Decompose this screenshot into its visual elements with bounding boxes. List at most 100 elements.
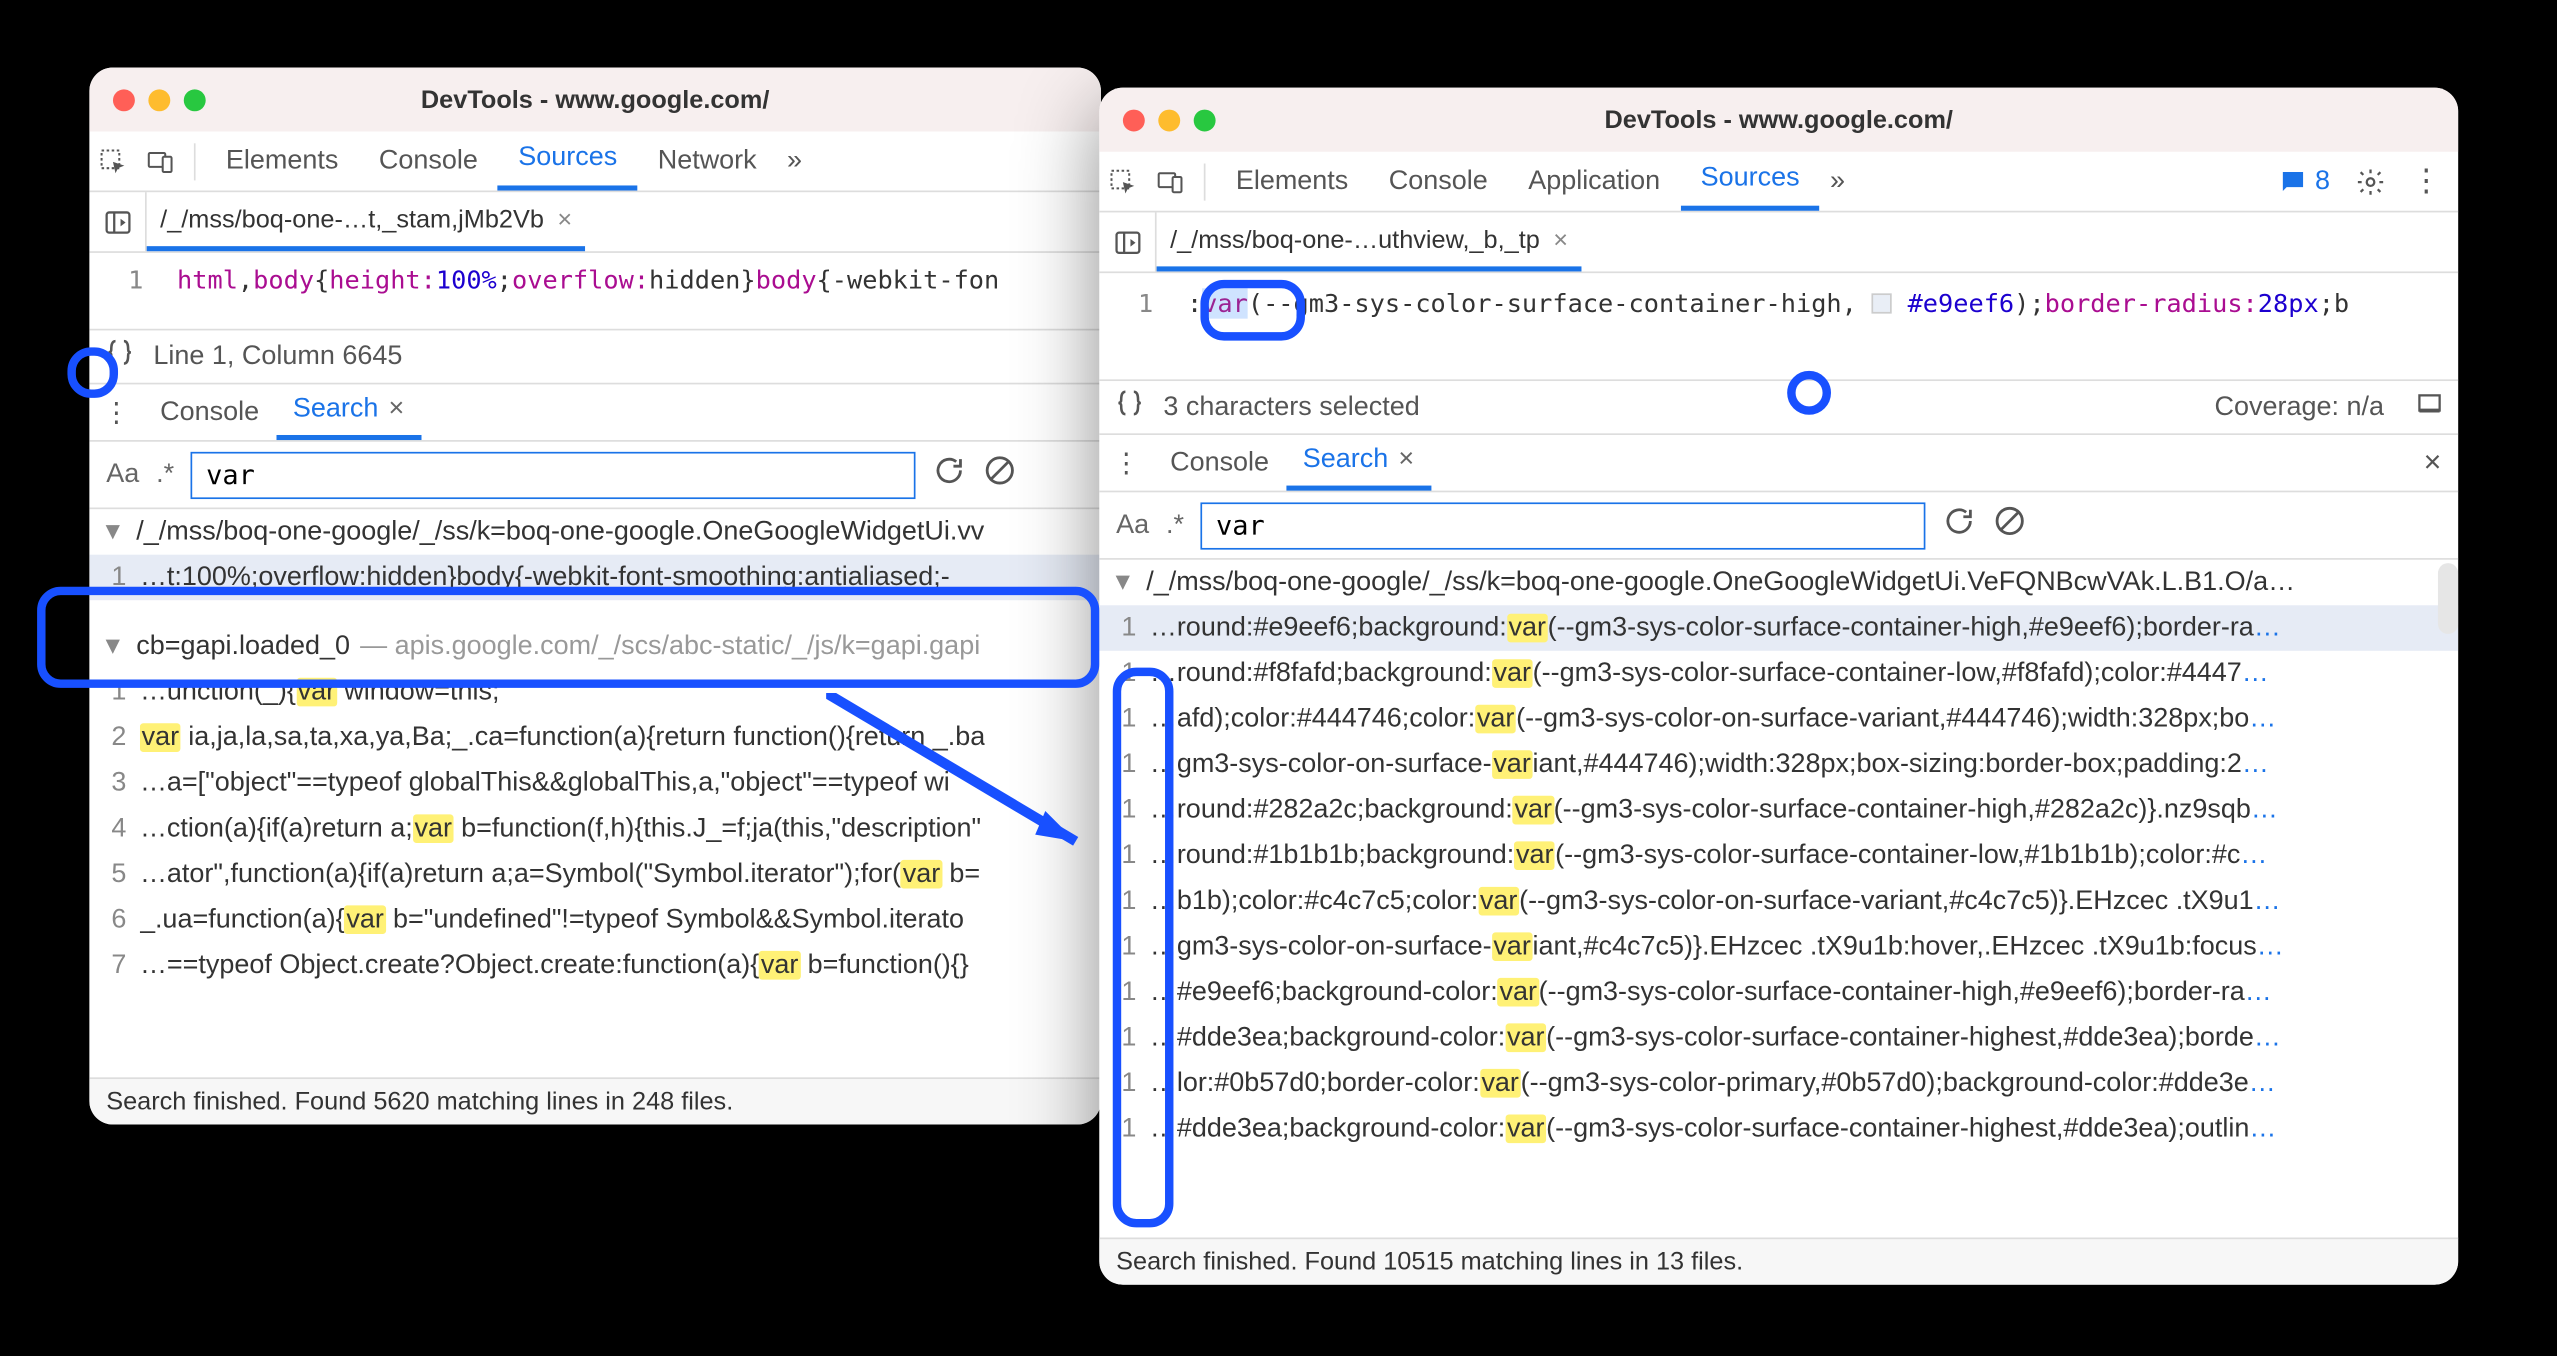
search-input[interactable] [1201, 502, 1926, 549]
drawer-tab-console[interactable]: Console [1153, 435, 1286, 491]
result-line[interactable]: 1…b1b);color:#c4c7c5;color:var(--gm3-sys… [1099, 878, 2458, 924]
more-menu-icon[interactable]: ⋮ [2411, 164, 2441, 199]
drawer-tab-search[interactable]: Search × [276, 384, 421, 440]
drawer-tab-search[interactable]: Search × [1286, 435, 1431, 491]
tab-sources[interactable]: Sources [1680, 152, 1819, 211]
navigator-toggle-icon[interactable] [1099, 212, 1156, 271]
line-number: 1 [1099, 283, 1166, 323]
messages-badge[interactable]: 8 [2278, 166, 2330, 196]
inspect-icon[interactable] [89, 146, 136, 176]
minimize-window-button[interactable] [148, 89, 170, 111]
result-line[interactable]: 1…round:#e9eef6;background:var(--gm3-sys… [1099, 605, 2458, 651]
open-file-tab[interactable]: /_/mss/boq-one-…uthview,_b,_tp × [1157, 212, 1582, 271]
settings-gear-icon[interactable] [2347, 166, 2394, 196]
result-line[interactable]: 4…ction(a){if(a)return a;var b=function(… [89, 806, 1101, 852]
devtools-window-right: DevTools - www.google.com/ Elements Cons… [1099, 88, 2458, 1285]
tabs-overflow[interactable]: » [1820, 152, 1855, 211]
code-editor[interactable]: 1 :var(--gm3-sys-color-surface-container… [1099, 273, 2458, 381]
device-toggle-icon[interactable] [1146, 166, 1193, 196]
regex-toggle[interactable]: .* [156, 459, 174, 489]
drawer-tab-console[interactable]: Console [143, 384, 276, 440]
result-line[interactable]: 1…afd);color:#444746;color:var(--gm3-sys… [1099, 696, 2458, 742]
close-window-button[interactable] [1123, 109, 1145, 131]
clear-search-icon[interactable] [983, 454, 1017, 496]
search-input[interactable] [191, 451, 916, 498]
result-line[interactable]: 2var ia,ja,la,sa,ta,xa,ya,Ba;_.ca=functi… [89, 715, 1101, 761]
drawer-menu-icon[interactable]: ⋮ [99, 395, 133, 429]
result-line[interactable]: 1…#e9eef6;background-color:var(--gm3-sys… [1099, 969, 2458, 1015]
result-line[interactable]: 6_.ua=function(a){var b="undefined"!=typ… [89, 897, 1101, 943]
minimize-window-button[interactable] [1158, 109, 1180, 131]
titlebar[interactable]: DevTools - www.google.com/ [89, 67, 1101, 131]
close-drawer-tab-icon[interactable]: × [1398, 445, 1414, 475]
close-file-tab-icon[interactable]: × [1553, 225, 1568, 254]
result-text: …lor:#0b57d0;border-color:var(--gm3-sys-… [1150, 1060, 2276, 1106]
scrollbar[interactable] [2438, 563, 2458, 634]
coverage-icon[interactable] [2414, 388, 2444, 427]
selection-status: 3 characters selected [1163, 392, 1419, 422]
tab-elements[interactable]: Elements [1216, 152, 1369, 211]
result-file-header[interactable]: ▼ /_/mss/boq-one-google/_/ss/k=boq-one-g… [89, 509, 1101, 555]
result-line[interactable]: 1…#dde3ea;background-color:var(--gm3-sys… [1099, 1106, 2458, 1152]
refresh-search-icon[interactable] [1943, 504, 1977, 546]
close-window-button[interactable] [113, 89, 135, 111]
color-swatch-icon[interactable] [1872, 293, 1892, 313]
result-line[interactable]: 1…lor:#0b57d0;border-color:var(--gm3-sys… [1099, 1060, 2458, 1106]
result-file-header[interactable]: ▼ cb=gapi.loaded_0 — apis.google.com/_/s… [89, 624, 1101, 670]
result-line[interactable]: 3…a=["object"==typeof globalThis&&global… [89, 760, 1101, 806]
file-tab-bar: /_/mss/boq-one-…uthview,_b,_tp × [1099, 212, 2458, 273]
result-file-header[interactable]: ▼ /_/mss/boq-one-google/_/ss/k=boq-one-g… [1099, 560, 2458, 606]
zoom-window-button[interactable] [184, 89, 206, 111]
result-line[interactable]: 1 …t:100%;overflow:hidden}body{-webkit-f… [89, 555, 1101, 601]
result-line[interactable]: 1…gm3-sys-color-on-surface-variant,#c4c7… [1099, 924, 2458, 970]
result-line[interactable]: 7…==typeof Object.create?Object.create:f… [89, 942, 1101, 988]
file-tab-label: /_/mss/boq-one-…t,_stam,jMb2Vb [160, 205, 544, 234]
device-toggle-icon[interactable] [137, 146, 184, 176]
drawer-menu-icon[interactable]: ⋮ [1109, 446, 1143, 480]
regex-toggle[interactable]: .* [1166, 510, 1184, 540]
result-line[interactable]: 1…round:#282a2c;background:var(--gm3-sys… [1099, 787, 2458, 833]
zoom-window-button[interactable] [1194, 109, 1216, 131]
result-line[interactable]: 5…ator",function(a){if(a)return a;a=Symb… [89, 851, 1101, 897]
match-case-toggle[interactable]: Aa [106, 459, 139, 489]
code-editor[interactable]: 1 html,body{height:100%;overflow:hidden}… [89, 253, 1101, 331]
close-drawer-tab-icon[interactable]: × [388, 395, 404, 425]
tab-sources[interactable]: Sources [498, 132, 637, 191]
result-text: …gm3-sys-color-on-surface-variant,#c4c7c… [1150, 924, 2284, 970]
navigator-toggle-icon[interactable] [89, 192, 146, 251]
result-line[interactable]: 1…round:#1b1b1b;background:var(--gm3-sys… [1099, 833, 2458, 879]
tab-elements[interactable]: Elements [206, 132, 359, 191]
result-line[interactable]: 1…round:#f8fafd;background:var(--gm3-sys… [1099, 651, 2458, 697]
editor-status-bar: Line 1, Column 6645 [89, 330, 1101, 384]
disclosure-triangle-icon[interactable]: ▼ [101, 511, 125, 552]
close-file-tab-icon[interactable]: × [557, 205, 572, 234]
tab-console[interactable]: Console [359, 132, 498, 191]
editor-status-bar: 3 characters selected Coverage: n/a [1099, 381, 2458, 435]
result-text: …#dde3ea;background-color:var(--gm3-sys-… [1150, 1015, 2281, 1061]
result-text: …round:#1b1b1b;background:var(--gm3-sys-… [1150, 833, 2267, 879]
tab-application[interactable]: Application [1508, 152, 1680, 211]
titlebar[interactable]: DevTools - www.google.com/ [1099, 88, 2458, 152]
match-case-toggle[interactable]: Aa [1116, 510, 1149, 540]
tab-console[interactable]: Console [1369, 152, 1508, 211]
pretty-print-icon[interactable] [1113, 386, 1147, 428]
tab-network[interactable]: Network [637, 132, 776, 191]
result-line[interactable]: 1…#dde3ea;background-color:var(--gm3-sys… [1099, 1015, 2458, 1061]
disclosure-triangle-icon[interactable]: ▼ [1111, 562, 1135, 603]
disclosure-triangle-icon[interactable]: ▼ [101, 626, 125, 667]
result-line[interactable]: 1…unction(_){var window=this; [89, 669, 1101, 715]
search-results[interactable]: ▼ /_/mss/boq-one-google/_/ss/k=boq-one-g… [89, 509, 1101, 1077]
result-line[interactable]: 1…gm3-sys-color-on-surface-variant,#4447… [1099, 742, 2458, 788]
result-text: …gm3-sys-color-on-surface-variant,#44474… [1150, 742, 2269, 788]
clear-search-icon[interactable] [1993, 504, 2027, 546]
tabs-overflow[interactable]: » [777, 132, 812, 191]
traffic-lights [89, 89, 205, 111]
result-text: …ator",function(a){if(a)return a;a=Symbo… [140, 851, 980, 897]
open-file-tab[interactable]: /_/mss/boq-one-…t,_stam,jMb2Vb × [147, 192, 586, 251]
search-bar: Aa .* [1099, 492, 2458, 559]
inspect-icon[interactable] [1099, 166, 1146, 196]
close-drawer-icon[interactable]: × [2424, 445, 2442, 480]
pretty-print-icon[interactable] [103, 336, 137, 378]
search-results[interactable]: ▼ /_/mss/boq-one-google/_/ss/k=boq-one-g… [1099, 560, 2458, 1238]
refresh-search-icon[interactable] [933, 454, 967, 496]
